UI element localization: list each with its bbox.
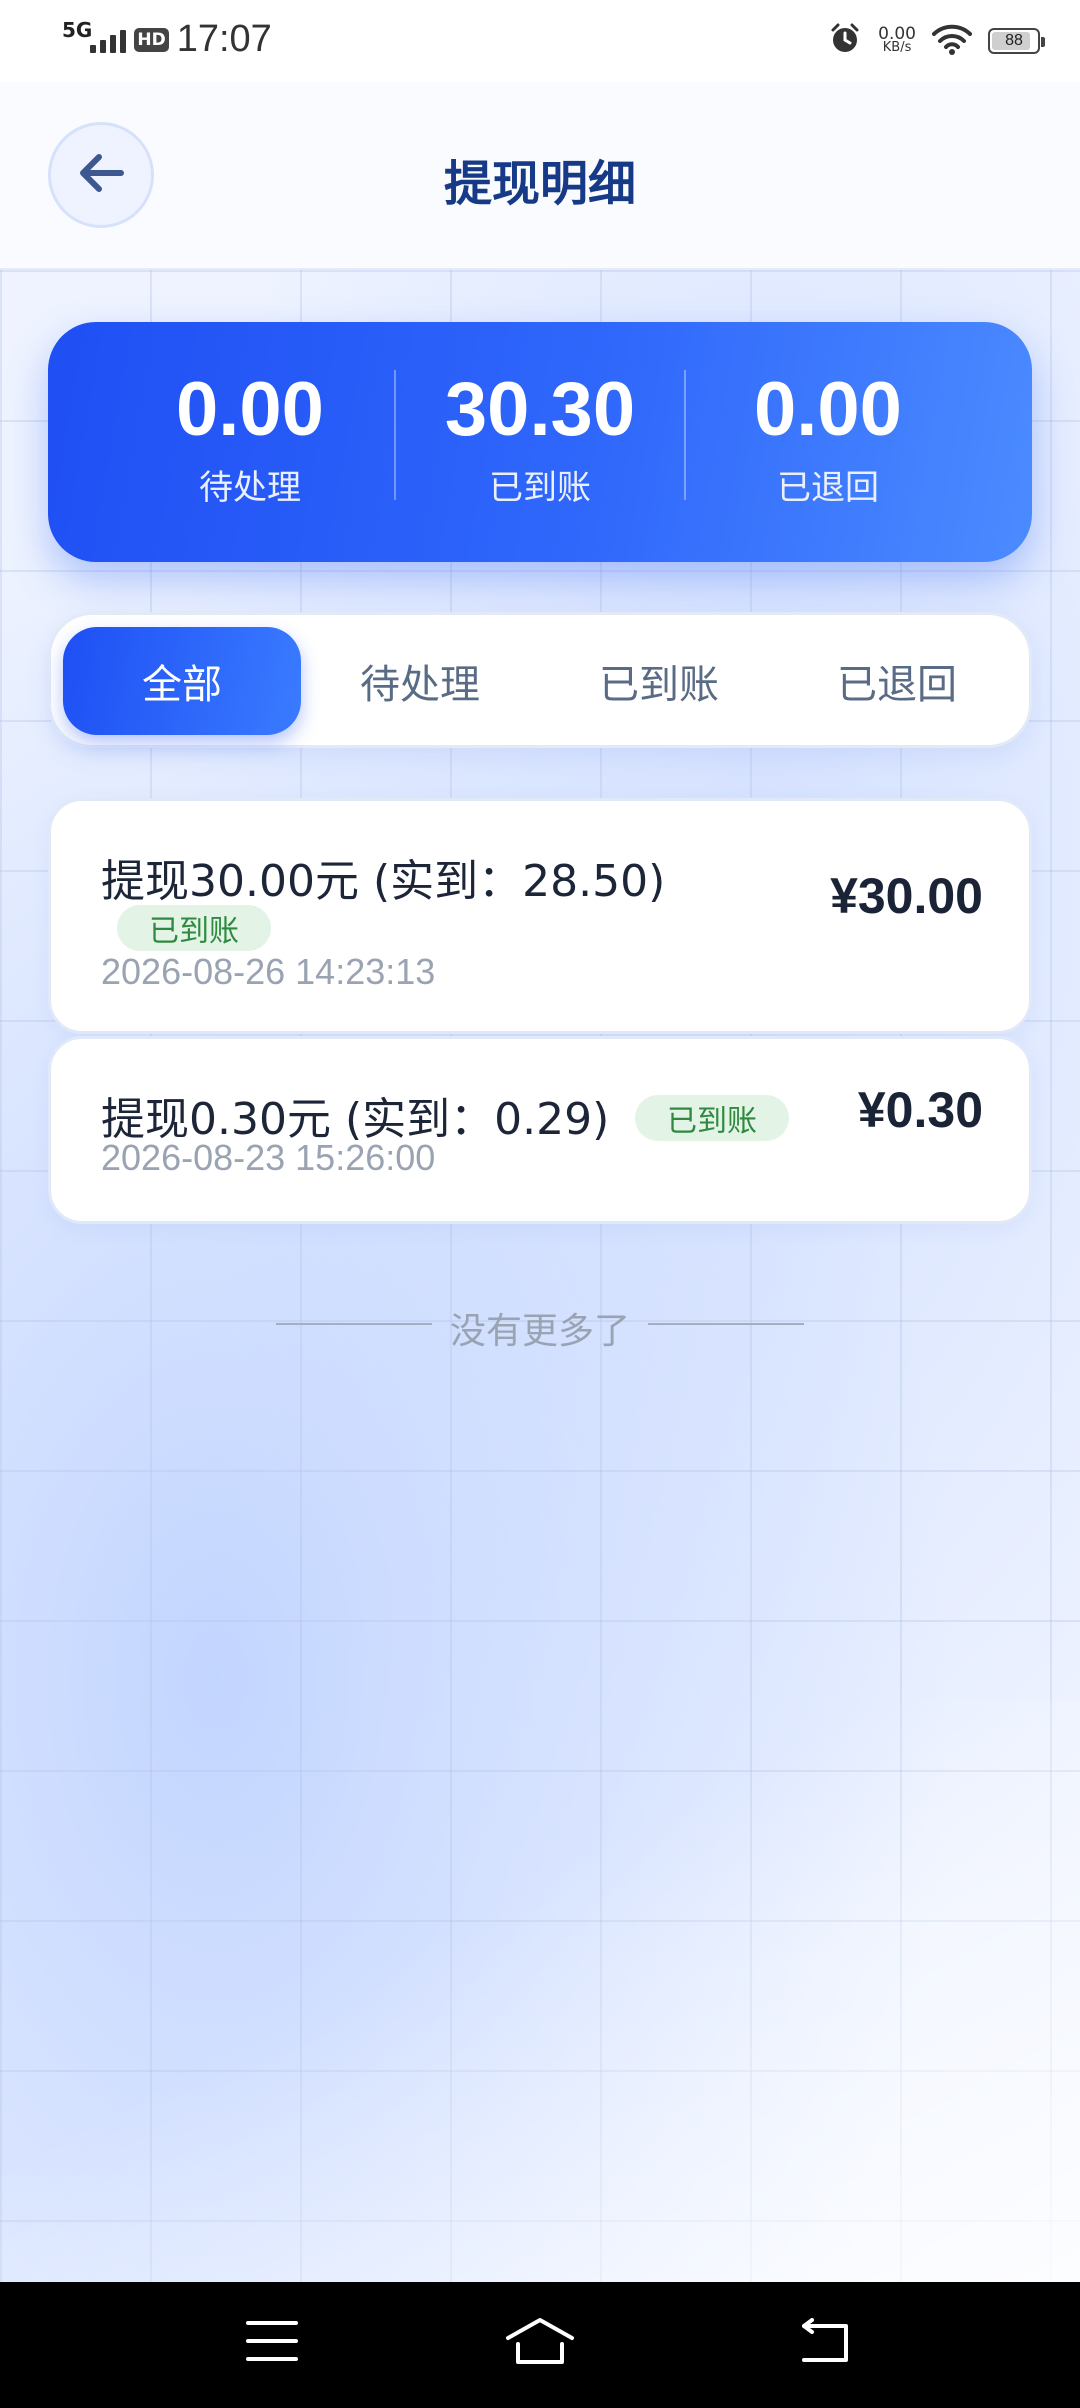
battery-icon: 88 bbox=[988, 28, 1045, 54]
menu-button[interactable] bbox=[232, 2308, 312, 2378]
summary-returned: 0.00 已退回 bbox=[698, 370, 958, 509]
summary-card: 0.00 待处理 30.30 已到账 0.00 已退回 bbox=[48, 322, 1032, 562]
summary-divider bbox=[684, 370, 686, 500]
alarm-icon bbox=[828, 22, 862, 60]
home-button[interactable] bbox=[500, 2308, 580, 2378]
home-icon bbox=[504, 2316, 576, 2370]
summary-received: 30.30 已到账 bbox=[410, 370, 670, 509]
battery-level: 88 bbox=[1005, 32, 1023, 49]
summary-value: 30.30 bbox=[444, 367, 636, 452]
status-bar: 5G HD 17:07 0.00 KB/s 88 bbox=[0, 0, 1080, 82]
tab-pending[interactable]: 待处理 bbox=[301, 627, 539, 735]
status-right: 0.00 KB/s 88 bbox=[828, 22, 1045, 60]
tab-all[interactable]: 全部 bbox=[63, 627, 301, 735]
summary-value: 0.00 bbox=[176, 367, 324, 452]
tab-received[interactable]: 已到账 bbox=[540, 627, 778, 735]
summary-divider bbox=[394, 370, 396, 500]
record-amount: ¥30.00 bbox=[830, 868, 983, 924]
withdrawal-record[interactable]: 提现0.30元 (实到：0.29) 已到账 2026-08-23 15:26:0… bbox=[48, 1036, 1032, 1224]
record-time: 2026-08-23 15:26:00 bbox=[101, 1137, 436, 1178]
status-badge: 已到账 bbox=[635, 1095, 789, 1141]
withdrawal-record[interactable]: 提现30.00元 (实到：28.50) 已到账 2026-08-26 14:23… bbox=[48, 798, 1032, 1034]
page-title: 提现明细 bbox=[443, 156, 636, 212]
record-amount: ¥0.30 bbox=[857, 1082, 983, 1138]
list-end-text: 没有更多了 bbox=[449, 1311, 630, 1352]
back-nav-button[interactable] bbox=[784, 2308, 864, 2378]
tab-returned[interactable]: 已退回 bbox=[778, 627, 1016, 735]
back-icon bbox=[796, 2318, 852, 2368]
filter-tabs: 全部 待处理 已到账 已退回 bbox=[48, 612, 1032, 748]
network-speed: 0.00 KB/s bbox=[878, 24, 916, 55]
status-badge: 已到账 bbox=[117, 905, 271, 951]
network-type: 5G bbox=[62, 17, 93, 42]
summary-label: 已退回 bbox=[777, 468, 879, 508]
record-time: 2026-08-26 14:23:13 bbox=[101, 951, 436, 992]
summary-label: 已到账 bbox=[489, 468, 591, 508]
divider-line bbox=[648, 1323, 804, 1325]
summary-label: 待处理 bbox=[199, 468, 301, 508]
record-title: 提现30.00元 (实到：28.50) bbox=[101, 856, 666, 907]
page-header: 提现明细 bbox=[0, 82, 1080, 270]
system-nav-bar bbox=[0, 2282, 1080, 2408]
background-fade bbox=[0, 1700, 1080, 2282]
status-left: 5G HD 17:07 bbox=[62, 18, 272, 61]
summary-pending: 0.00 待处理 bbox=[120, 370, 380, 509]
signal-icon bbox=[90, 27, 127, 53]
clock: 17:07 bbox=[176, 18, 272, 60]
wifi-icon bbox=[932, 23, 972, 59]
menu-icon bbox=[245, 2319, 299, 2367]
summary-value: 0.00 bbox=[754, 367, 902, 452]
hd-icon: HD bbox=[134, 27, 169, 52]
